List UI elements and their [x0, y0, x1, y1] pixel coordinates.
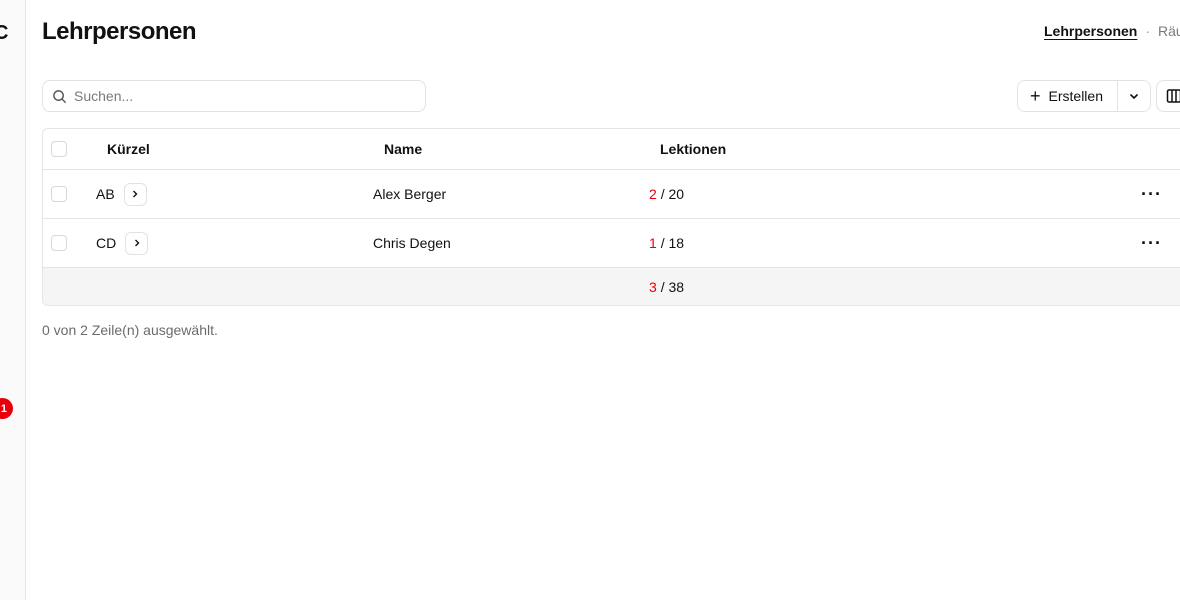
lessons-total: / 20 [660, 186, 685, 202]
lessons-used: 2 [649, 186, 657, 202]
row-checkbox[interactable] [51, 186, 67, 202]
lessons-count: 1 / 18 [649, 219, 684, 267]
column-header-kuerzel[interactable]: Kürzel [107, 129, 150, 169]
column-header-lektionen[interactable]: Lektionen [660, 129, 726, 169]
lessons-used: 1 [649, 235, 657, 251]
columns-icon [1166, 89, 1180, 103]
nav-link-raeume[interactable]: Räume [1158, 23, 1180, 39]
columns-view-button[interactable] [1156, 80, 1180, 112]
plus-icon: + [1030, 86, 1041, 106]
lessons-grand-total: / 38 [660, 278, 685, 295]
chevron-right-icon [133, 190, 138, 198]
create-button[interactable]: + Erstellen [1018, 81, 1118, 111]
select-all-checkbox[interactable] [51, 141, 67, 157]
sidebar-logo[interactable]: C [0, 22, 8, 45]
sidebar: C 1 [0, 0, 26, 600]
expand-row-button[interactable] [123, 182, 147, 206]
lessons-sum: 3 / 38 [649, 268, 684, 305]
search-input[interactable] [74, 88, 404, 104]
lessons-count: 2 / 20 [649, 170, 684, 218]
create-button-group: + Erstellen [1017, 80, 1151, 112]
create-dropdown-button[interactable] [1118, 81, 1150, 111]
chevron-right-icon [134, 239, 140, 247]
teacher-abbr: CD [96, 235, 117, 251]
teacher-abbr: AB [96, 186, 115, 202]
nav-separator: · [1145, 23, 1151, 39]
chevron-down-icon [1129, 93, 1139, 100]
search-box[interactable] [42, 80, 426, 112]
create-button-label: Erstellen [1048, 88, 1103, 104]
lessons-used-total: 3 [649, 278, 657, 295]
table-header-row: Kürzel Name Lektionen [43, 129, 1180, 170]
breadcrumb-nav: Lehrpersonen · Räume [1044, 23, 1180, 39]
table-row[interactable]: AB Alex Berger 2 / 20 ··· [43, 170, 1180, 219]
page-title: Lehrpersonen [42, 18, 197, 45]
teacher-name: Chris Degen [373, 235, 451, 251]
expand-row-button[interactable] [125, 231, 149, 255]
selection-status: 0 von 2 Zeile(n) ausgewählt. [42, 322, 218, 338]
nav-link-lehrpersonen[interactable]: Lehrpersonen [1044, 23, 1137, 39]
teacher-name: Alex Berger [373, 186, 447, 202]
table-footer-row: 3 / 38 [43, 268, 1180, 305]
row-checkbox[interactable] [51, 235, 67, 251]
row-actions-more-icon[interactable]: ··· [1141, 219, 1162, 267]
teachers-table: Kürzel Name Lektionen AB Alex Berger 2 /… [42, 128, 1180, 306]
notification-badge[interactable]: 1 [0, 398, 13, 419]
table-row[interactable]: CD Chris Degen 1 / 18 ··· [43, 219, 1180, 268]
column-header-name[interactable]: Name [384, 129, 422, 169]
lessons-total: / 18 [660, 235, 685, 251]
row-actions-more-icon[interactable]: ··· [1141, 170, 1162, 218]
search-icon [53, 89, 67, 103]
